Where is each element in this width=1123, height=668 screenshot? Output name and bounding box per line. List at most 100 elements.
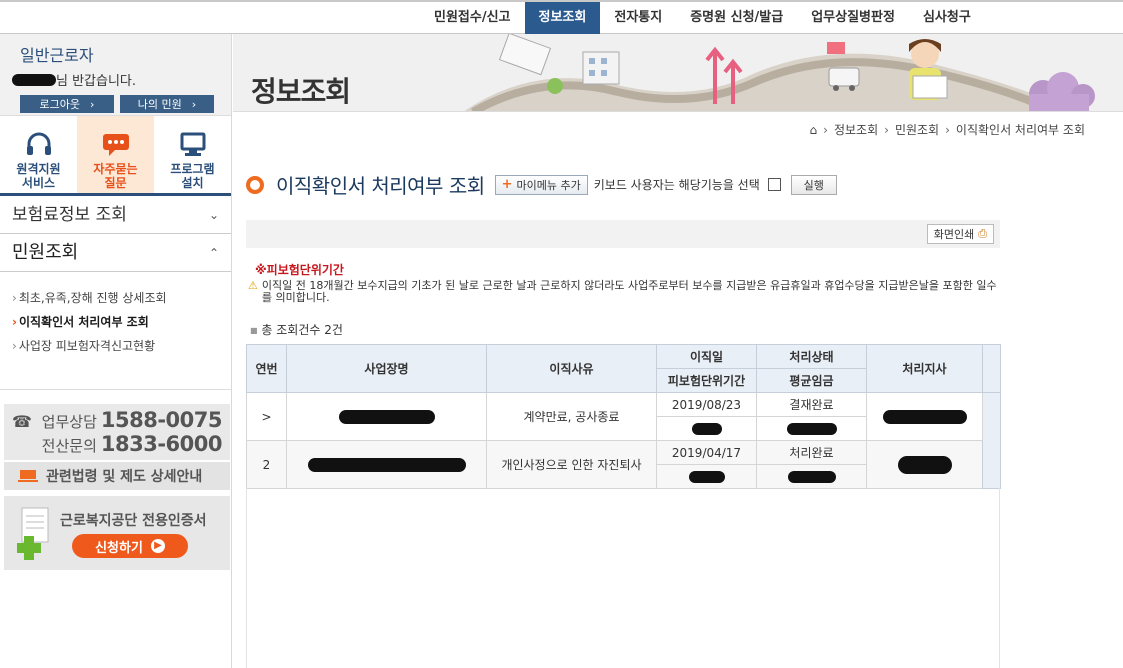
chevron-down-icon: ⌄ (208, 208, 219, 222)
print-label: 화면인쇄 (933, 228, 975, 241)
chevron-up-icon: ⌃ (208, 246, 219, 260)
breadcrumb-item[interactable]: 민원조회 (895, 121, 939, 138)
phone-icon: ☎ (12, 412, 32, 431)
header-status: 처리상태 (756, 344, 867, 369)
cell-leave-date: 2019/08/23 (656, 392, 757, 417)
header-reason: 이직사유 (486, 344, 657, 393)
submenu-item-separation-cert[interactable]: › 이직확인서 처리여부 조회 (12, 310, 231, 334)
faq-label: 자주묻는 질문 (93, 162, 138, 190)
it-label: 전산문의 (41, 437, 97, 455)
menu-insurance-info[interactable]: 보험료정보 조회 ⌄ (0, 196, 231, 234)
redacted-avg-wage (787, 471, 836, 483)
redacted-avg-wage (786, 423, 837, 435)
cell-no: 2 (246, 440, 287, 489)
breadcrumb-item[interactable]: 정보조회 (834, 121, 878, 138)
chevron-right-icon: › (945, 122, 950, 137)
cell-insured-redacted (656, 416, 757, 441)
keyboard-hint: 키보드 사용자는 해당기능을 선택 (593, 178, 760, 192)
remote-support-link[interactable]: 원격지원 서비스 (0, 116, 77, 193)
redacted-company (307, 457, 466, 472)
cell-company-redacted (286, 392, 487, 441)
header-insured-period: 피보험단위기간 (656, 368, 757, 393)
menu-civil-inquiry-label: 민원조회 (12, 242, 79, 263)
home-icon[interactable]: ⌂ (810, 123, 818, 137)
submenu-label: 최초,유족,장해 진행 상세조회 (18, 291, 167, 305)
redacted-insured-period (691, 423, 722, 435)
greeting: 님 반갑습니다. (12, 70, 231, 89)
table-row[interactable]: > 계약만료, 공사종료 2019/08/23 결재완료 (246, 392, 1001, 489)
print-button[interactable]: 화면인쇄 ⎙ (926, 224, 994, 244)
header-leave-date: 이직일 (656, 344, 757, 369)
cell-insured-redacted (656, 464, 757, 489)
banner-illustration (464, 34, 1095, 111)
run-button[interactable]: 실행 (790, 174, 837, 195)
menu-civil-inquiry[interactable]: 민원조회 ⌃ (0, 234, 231, 272)
header-company: 사업장명 (286, 344, 487, 393)
breadcrumb: ⌂ › 정보조회 › 민원조회 › 이직확인서 처리여부 조회 (810, 121, 1085, 138)
results-table: 연번 사업장명 이직사유 이직일 처리상태 처리지사 피보험단위기간 평균임금 … (246, 344, 1001, 489)
left-sidebar: 일반근로자 님 반갑습니다. 로그아웃 › 나의 민원 › 원격지원 서비스 자… (0, 34, 232, 668)
cell-company-redacted (286, 440, 487, 489)
certificate-box: 근로복지공단 전용인증서 신청하기 ▶ (4, 496, 230, 570)
cell-no: > (246, 392, 287, 441)
logout-button[interactable]: 로그아웃 › (20, 95, 114, 113)
user-type: 일반근로자 (20, 46, 94, 65)
printer-icon: ⎙ (978, 227, 987, 240)
cell-reason: 계약만료, 공사종료 (486, 392, 657, 441)
menu-insurance-info-label: 보험료정보 조회 (12, 205, 127, 225)
submenu-item-workplace-insured[interactable]: › 사업장 피보험자격신고현황 (12, 334, 231, 358)
nav-info-inquiry[interactable]: 정보조회 (524, 2, 601, 34)
chevron-right-icon: › (191, 97, 197, 111)
table-row[interactable]: 2 개인사정으로 인한 자진퇴사 2019/04/17 처리완료 (246, 440, 1001, 489)
law-info-label: 관련법령 및 제도 상세안내 (46, 469, 203, 485)
cell-leave-date: 2019/04/17 (656, 440, 757, 465)
quick-menu: 원격지원 서비스 자주묻는 질문 프로그램 설치 (0, 116, 231, 196)
faq-link[interactable]: 자주묻는 질문 (77, 116, 154, 193)
table-scrollbar[interactable] (982, 392, 1001, 489)
cell-branch-redacted (866, 392, 983, 441)
warning-icon: ⚠ (248, 279, 258, 292)
submenu-item-initial-detail[interactable]: › 최초,유족,장해 진행 상세조회 (12, 286, 231, 310)
chevron-right-icon: › (12, 315, 17, 329)
headset-icon (26, 132, 51, 155)
header-avg-wage: 평균임금 (756, 368, 867, 393)
page-banner: 정보조회 (233, 34, 1123, 112)
program-install-link[interactable]: 프로그램 설치 (154, 116, 231, 193)
cell-status: 결재완료 (756, 392, 867, 417)
my-civil-button[interactable]: 나의 민원 › (120, 95, 214, 113)
plus-icon: + (501, 177, 513, 192)
law-info-link[interactable]: 관련법령 및 제도 상세안내 (4, 462, 230, 490)
nav-certificate[interactable]: 증명원 신청/발급 (676, 2, 797, 34)
nav-e-notice[interactable]: 전자통지 (600, 2, 676, 34)
certificate-title: 근로복지공단 전용인증서 (60, 513, 207, 529)
chevron-right-icon: › (12, 339, 17, 353)
keyboard-checkbox[interactable] (767, 178, 781, 191)
total-count-text: 총 조회건수 2건 (261, 323, 343, 337)
document-plus-icon (17, 507, 49, 560)
cell-wage-redacted (756, 416, 867, 441)
bullet-icon: ■ (250, 326, 258, 335)
civil-submenu: › 최초,유족,장해 진행 상세조회 › 이직확인서 처리여부 조회 › 사업장 피보… (0, 272, 231, 390)
cell-status: 처리완료 (756, 440, 867, 465)
redacted-company (338, 409, 435, 424)
page-title: 이직확인서 처리여부 조회 (276, 174, 485, 198)
contact-box: ☎ 업무상담 1588-0075 전산문의 1833-6000 (4, 404, 230, 460)
nav-review-request[interactable]: 심사청구 (909, 2, 985, 34)
logout-label: 로그아웃 (39, 98, 81, 111)
nav-occupational-disease[interactable]: 업무상질병판정 (797, 2, 909, 34)
header-branch: 처리지사 (866, 344, 983, 393)
add-mymenu-button[interactable]: + 마이메뉴 추가 (494, 174, 588, 195)
certificate-apply-label: 신청하기 (95, 540, 143, 556)
cell-wage-redacted (756, 464, 867, 489)
cell-branch-redacted (866, 440, 983, 489)
add-mymenu-label: 마이메뉴 추가 (516, 178, 581, 192)
consult-label: 업무상담 (41, 413, 97, 431)
submenu-label: 이직확인서 처리여부 조회 (18, 315, 149, 329)
total-count: ■ 총 조회건수 2건 (250, 321, 343, 338)
chevron-right-icon: › (12, 291, 17, 305)
chevron-right-icon: › (90, 97, 95, 111)
content-bottom-area (246, 488, 1000, 668)
nav-civil-application[interactable]: 민원접수/신고 (420, 2, 525, 34)
redacted-insured-period (688, 471, 725, 483)
certificate-apply-button[interactable]: 신청하기 ▶ (72, 534, 188, 558)
